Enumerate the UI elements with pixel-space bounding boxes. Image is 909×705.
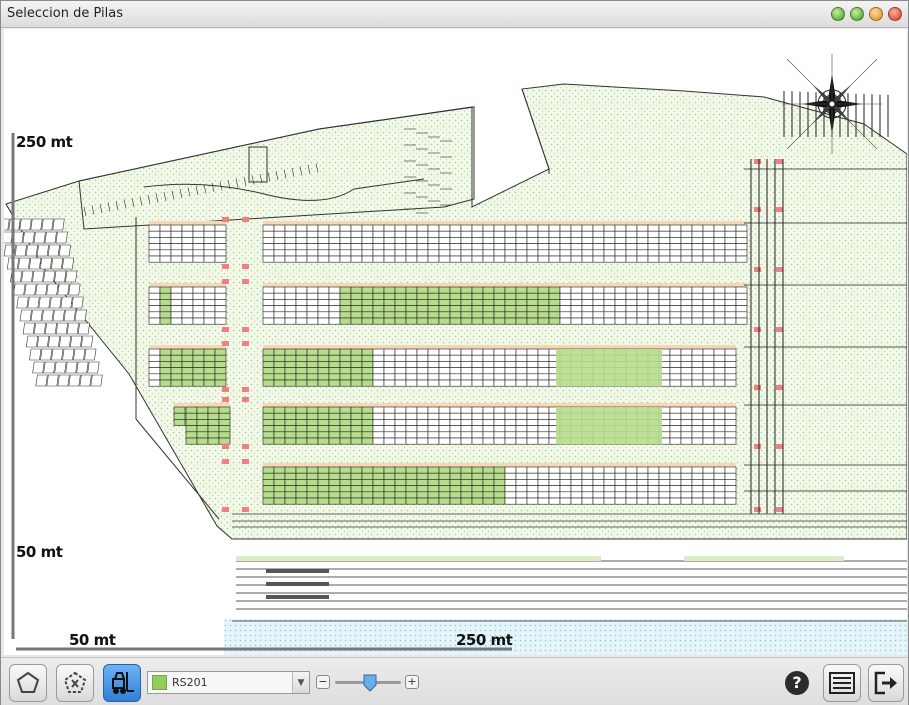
marker: [776, 385, 783, 390]
marker: [242, 217, 249, 222]
marker: [776, 444, 783, 449]
marker: [222, 387, 229, 392]
marker: [242, 444, 249, 449]
marker: [222, 397, 229, 402]
marker: [242, 279, 249, 284]
yard-map[interactable]: 250 mt 50 mt 50 mt 250 mt: [4, 29, 907, 655]
marker: [222, 279, 229, 284]
minimize-button[interactable]: [831, 7, 845, 21]
stack-block-left-4[interactable]: [185, 403, 231, 445]
restore-button[interactable]: [869, 7, 883, 21]
pile-select-value: RS201: [172, 676, 208, 689]
marker: [776, 267, 783, 272]
maximize-button[interactable]: [850, 7, 864, 21]
marker: [754, 327, 761, 332]
zoom-slider-thumb[interactable]: [363, 674, 377, 692]
pentagon-x-icon: [63, 671, 87, 693]
marker: [222, 507, 229, 512]
pile-color-swatch: [152, 675, 167, 690]
zoom-out-button[interactable]: −: [316, 675, 330, 689]
stack-block-left-2[interactable]: [148, 283, 227, 325]
help-icon[interactable]: ?: [785, 671, 809, 695]
forklift-icon: [112, 672, 134, 694]
marker: [242, 264, 249, 269]
marker: [242, 387, 249, 392]
stack-row-4[interactable]: [262, 403, 737, 445]
yard-map-drawing[interactable]: [4, 29, 907, 655]
marker: [242, 397, 249, 402]
stack-row-3a[interactable]: [262, 345, 737, 387]
marker: [776, 507, 783, 512]
marker: [242, 459, 249, 464]
zoom-in-button[interactable]: +: [405, 675, 419, 689]
scale-label-bottom-a: 50 mt: [69, 631, 116, 649]
stack-row-1[interactable]: [262, 221, 748, 263]
window-title: Seleccion de Pilas: [7, 6, 123, 21]
marker: [222, 217, 229, 222]
marker: [776, 327, 783, 332]
marker: [754, 444, 761, 449]
exit-button[interactable]: [868, 664, 904, 702]
marker: [754, 385, 761, 390]
list-icon: [829, 672, 855, 694]
stack-block-left-1[interactable]: [148, 221, 227, 263]
stack-row-5[interactable]: [262, 463, 737, 505]
stack-row-2[interactable]: [262, 283, 748, 325]
bottom-toolbar: RS201 ▼ − + ?: [1, 657, 908, 705]
scale-label-bottom-b: 250 mt: [456, 631, 513, 649]
app-window: Seleccion de Pilas 250 mt 50 mt 50 mt 25…: [0, 0, 909, 705]
marker: [242, 341, 249, 346]
marker: [222, 341, 229, 346]
pentagon-icon: [16, 671, 40, 693]
marker: [776, 207, 783, 212]
marker: [242, 507, 249, 512]
marker: [754, 507, 761, 512]
marker: [222, 327, 229, 332]
compass-icon: [782, 54, 882, 154]
chevron-down-icon[interactable]: ▼: [292, 672, 309, 693]
marker: [754, 207, 761, 212]
stack-block-left-3[interactable]: [148, 345, 227, 387]
list-view-button[interactable]: [823, 664, 861, 702]
marker: [242, 327, 249, 332]
marker: [754, 159, 761, 164]
pile-select[interactable]: RS201 ▼: [147, 671, 310, 694]
marker: [222, 459, 229, 464]
close-button[interactable]: [888, 7, 902, 21]
marker: [222, 264, 229, 269]
stack-block-left-4b[interactable]: [173, 403, 186, 426]
exit-icon: [874, 671, 897, 695]
forklift-mode-button[interactable]: [103, 664, 141, 702]
scale-label-top: 250 mt: [16, 133, 73, 151]
marker: [222, 444, 229, 449]
scale-label-mid: 50 mt: [16, 543, 63, 561]
marker: [776, 159, 783, 164]
polygon-tool-button[interactable]: [9, 664, 47, 702]
marker: [754, 267, 761, 272]
title-bar: Seleccion de Pilas: [1, 1, 908, 28]
clear-selection-button[interactable]: [56, 664, 94, 702]
